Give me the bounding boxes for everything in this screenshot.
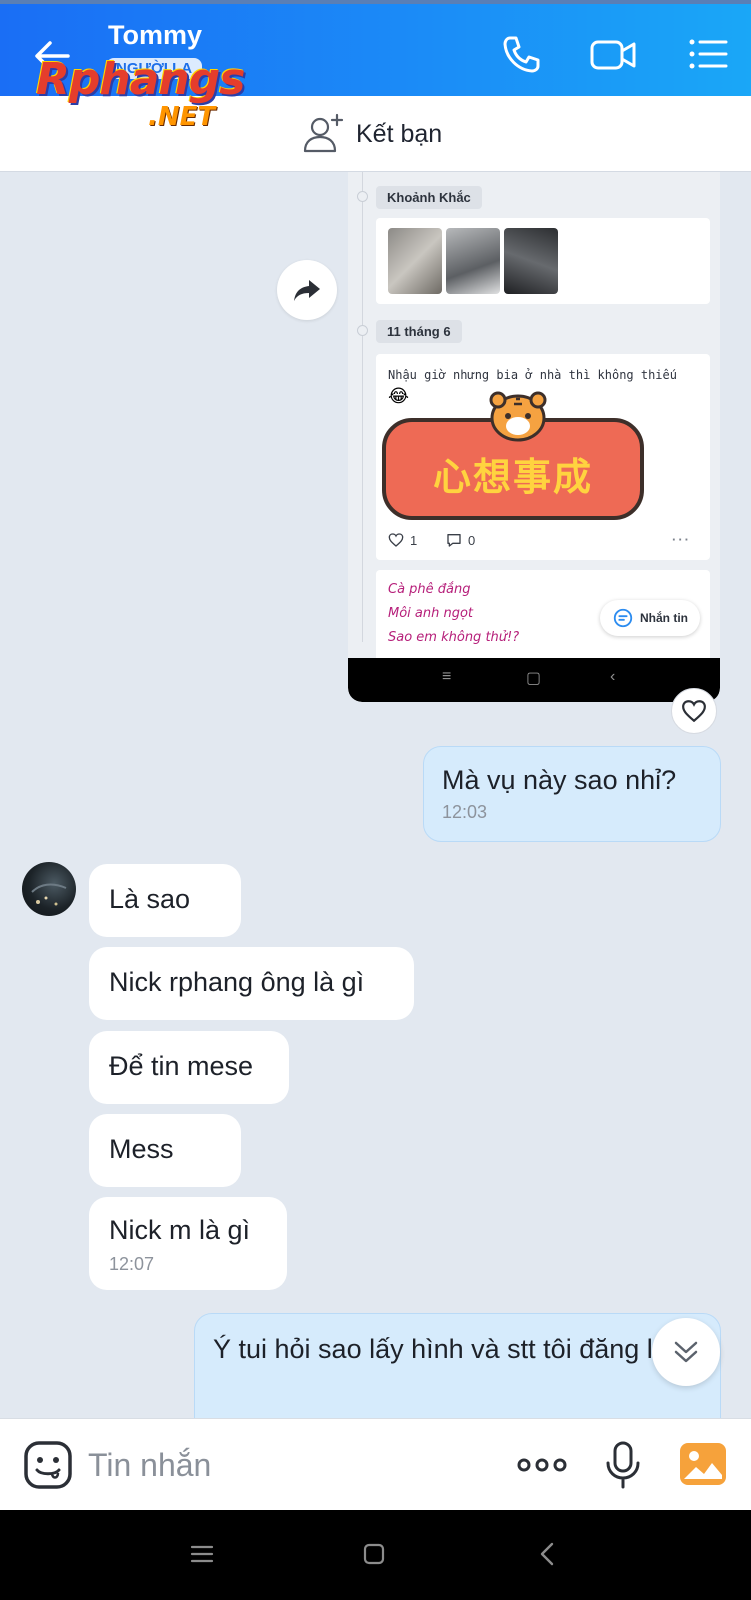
timeline-dot — [357, 191, 368, 202]
message-button-label: Nhắn tin — [640, 611, 688, 625]
laugh-emoji: 😂 — [388, 386, 410, 406]
watermark-main: Rphangs — [36, 54, 245, 105]
add-friend-button[interactable]: Kết bạn — [300, 110, 442, 158]
add-friend-label: Kết bạn — [356, 119, 443, 148]
recents-icon — [190, 1545, 214, 1563]
recents-icon: ≡ — [442, 668, 452, 685]
sticker-text: 心想事成 — [432, 455, 593, 499]
comment-count[interactable]: 0 — [446, 532, 475, 548]
double-chevron-down-icon — [674, 1341, 698, 1363]
phone-icon — [503, 36, 540, 73]
message-text: Là sao — [109, 884, 191, 914]
message-bubble-incoming[interactable]: Là sao — [89, 864, 241, 937]
message-text: Nick m là gì — [109, 1215, 251, 1245]
message-bubble-incoming[interactable]: Để tin mese — [89, 1031, 289, 1104]
heart-icon — [682, 700, 706, 723]
poem-line-2: Môi anh ngọt — [388, 606, 474, 621]
message-time: 12:07 — [109, 1254, 155, 1274]
home-icon — [363, 1543, 385, 1565]
message-bubble-outgoing[interactable]: Ý tui hỏi sao lấy hình và stt tôi đăng l… — [194, 1313, 721, 1433]
message-text: Để tin mese — [109, 1051, 254, 1081]
share-arrow-icon — [294, 280, 320, 301]
message-bubble-incoming[interactable]: Nick m là gì 12:07 — [89, 1197, 287, 1290]
add-user-icon — [303, 113, 344, 153]
chat-bubble-icon — [613, 608, 633, 628]
like-count-value: 1 — [410, 532, 418, 548]
recents-nav-button[interactable] — [186, 1538, 218, 1570]
contact-avatar[interactable] — [22, 862, 76, 916]
message-button[interactable]: Nhắn tin — [600, 600, 700, 636]
shared-screenshot-image[interactable]: Khoảnh Khắc 11 tháng 6 Nhậu giờ nhưng bi… — [348, 172, 720, 702]
home-nav-button[interactable] — [358, 1538, 390, 1570]
add-friend-bar: Kết bạn — [0, 96, 751, 172]
moments-label: Khoảnh Khắc — [376, 186, 482, 209]
moments-panel — [376, 218, 710, 304]
message-bubble-incoming[interactable]: Mess — [89, 1114, 241, 1187]
comment-icon — [447, 534, 461, 547]
wish-sticker: 心想事成 — [382, 391, 644, 520]
home-icon: ▢ — [526, 670, 542, 687]
moment-thumbnail[interactable] — [446, 228, 500, 294]
message-text: Mà vụ này sao nhỉ? — [442, 765, 677, 795]
menu-list-icon — [689, 39, 728, 69]
voice-message-button[interactable] — [597, 1439, 649, 1491]
message-composer: Tin nhắn — [0, 1418, 751, 1510]
contact-name[interactable]: Tommy — [108, 20, 202, 51]
tiger-icon — [489, 391, 547, 442]
message-bubble-incoming[interactable]: Nick rphang ông là gì — [89, 947, 414, 1020]
smiley-sticker-icon — [24, 1441, 72, 1489]
sticker-button[interactable] — [22, 1439, 74, 1491]
back-nav-button[interactable] — [532, 1538, 564, 1570]
message-text: Mess — [109, 1134, 174, 1164]
comment-count-value: 0 — [468, 532, 476, 548]
microphone-icon — [606, 1441, 640, 1489]
watermark-sub: .NET — [148, 102, 216, 132]
message-text: Ý tui hỏi sao lấy hình và stt tôi đăng l… — [213, 1334, 689, 1364]
moment-thumbnail[interactable] — [388, 228, 442, 294]
moment-thumbnail[interactable] — [504, 228, 558, 294]
forward-button[interactable] — [277, 260, 337, 320]
screenshot-nav-bar: ≡ ▢ ‹ — [348, 658, 720, 702]
heart-outline-icon — [388, 533, 404, 547]
message-bubble-outgoing[interactable]: Mà vụ này sao nhỉ? 12:03 — [423, 746, 721, 842]
options-menu-button[interactable] — [684, 30, 732, 78]
back-chevron-icon — [540, 1542, 554, 1566]
system-nav-bar — [0, 1510, 751, 1600]
more-dots-icon[interactable]: ··· — [672, 532, 691, 547]
message-time: 12:03 — [442, 802, 488, 822]
poem-line-1: Cà phê đắng — [388, 582, 471, 597]
watermark-logo: Rphangs .NET — [36, 54, 245, 133]
timeline-line — [362, 172, 363, 642]
image-icon — [680, 1443, 726, 1485]
timeline-dot — [357, 325, 368, 336]
bio-panel: Cà phê đắng Môi anh ngọt Sao em không th… — [376, 570, 710, 670]
message-input[interactable]: Tin nhắn — [88, 1447, 211, 1484]
more-dots-icon — [517, 1458, 567, 1472]
voice-call-button[interactable] — [497, 30, 545, 78]
scroll-to-bottom-button[interactable] — [652, 1318, 720, 1386]
avatar-image — [31, 883, 67, 906]
poem-line-3: Sao em không thử!? — [388, 630, 520, 645]
video-call-button[interactable] — [588, 30, 636, 78]
like-count[interactable]: 1 — [388, 532, 417, 548]
post-text: Nhậu giờ nhưng bia ở nhà thì không thiếu — [388, 368, 677, 382]
back-chevron-icon: ‹ — [610, 668, 616, 685]
video-call-icon — [590, 40, 636, 70]
post-panel: Nhậu giờ nhưng bia ở nhà thì không thiếu… — [376, 354, 710, 560]
react-heart-button[interactable] — [671, 688, 717, 734]
message-text: Nick rphang ông là gì — [109, 967, 365, 997]
more-options-button[interactable] — [514, 1439, 567, 1491]
date-label: 11 tháng 6 — [376, 320, 462, 343]
image-picker-button[interactable] — [678, 1439, 730, 1491]
